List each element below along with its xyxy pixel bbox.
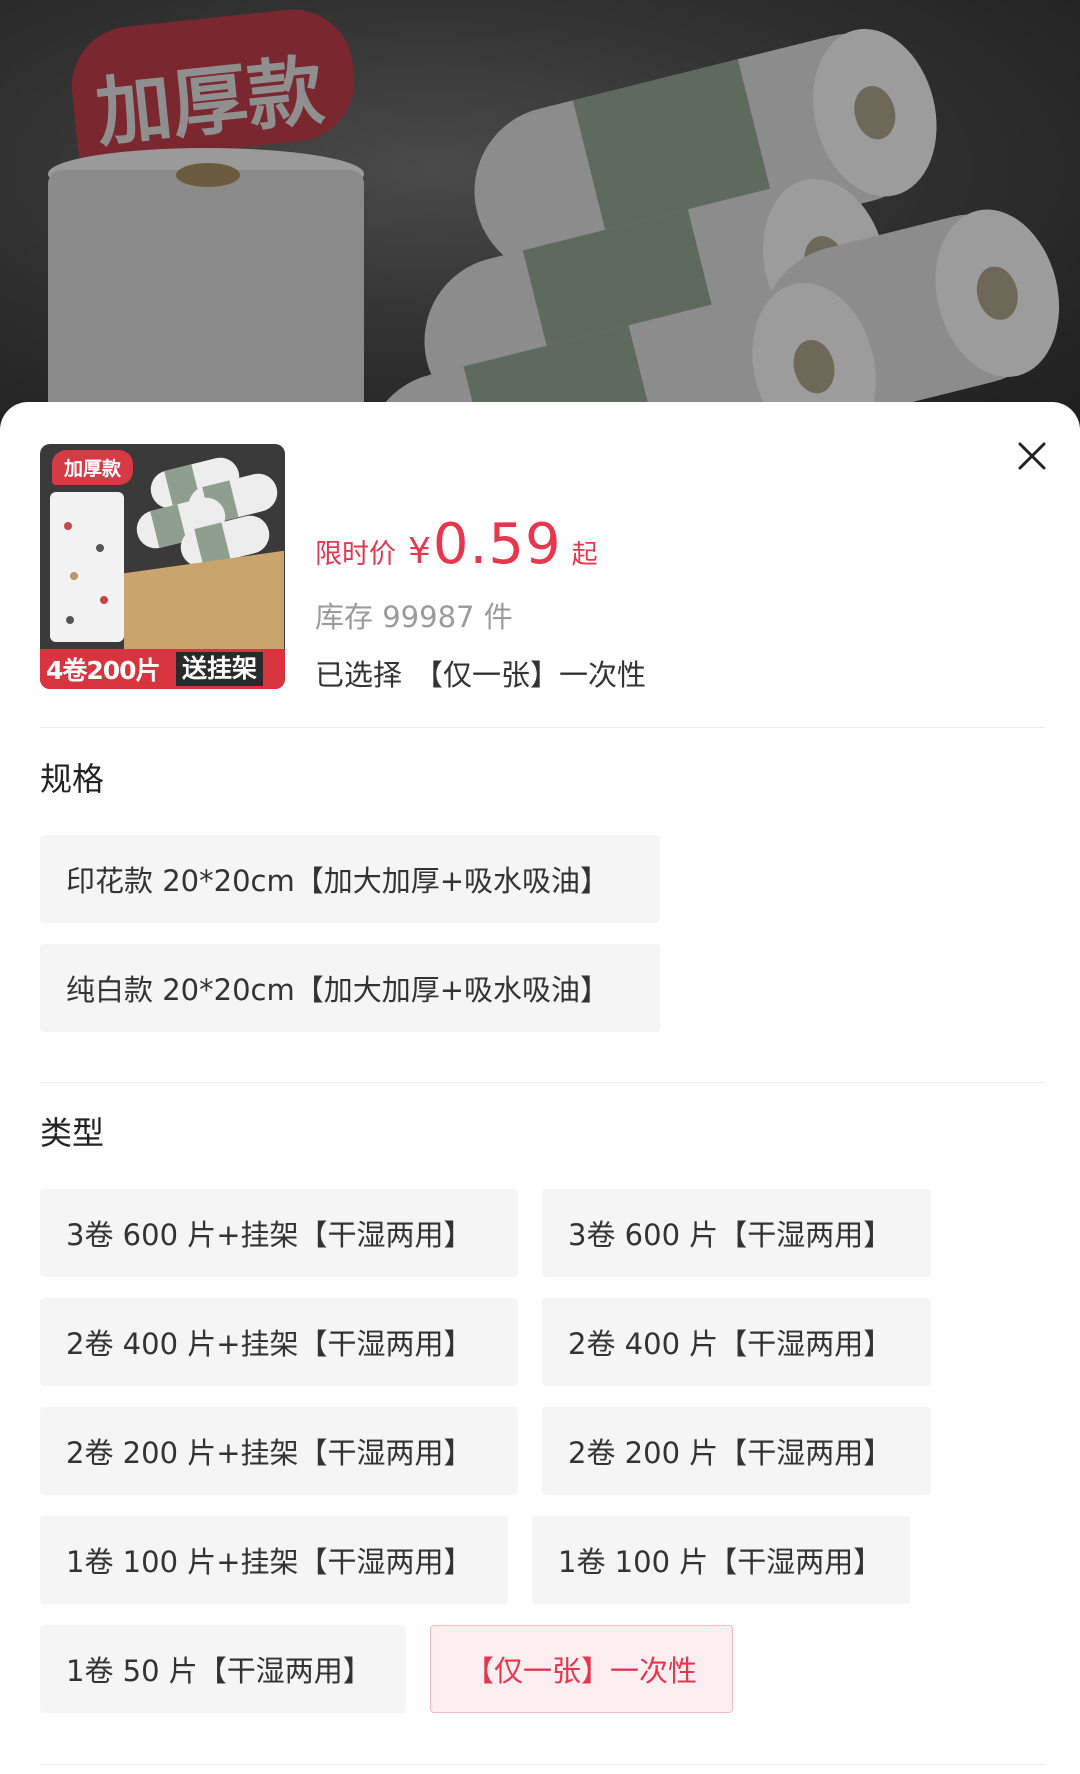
type-option[interactable]: 2卷 200 片+挂架【干湿两用】 — [40, 1407, 518, 1495]
type-option[interactable]: 1卷 50 片【干湿两用】 — [40, 1625, 406, 1713]
sku-selector-sheet: 加厚款 4卷200片 送挂架 限时价 ¥ 0.59 起 库存 99987 件 已… — [0, 402, 1080, 1774]
close-button[interactable] — [1004, 428, 1060, 484]
type-option-selected[interactable]: 【仅一张】一次性 — [430, 1625, 733, 1713]
thumb-tag: 加厚款 — [52, 450, 134, 485]
price-label: 限时价 — [315, 539, 396, 570]
type-section-title: 类型 — [40, 1114, 105, 1152]
thumb-banner: 4卷200片 送挂架 — [40, 649, 285, 689]
product-thumbnail[interactable]: 加厚款 4卷200片 送挂架 — [40, 444, 285, 689]
thumb-banner-left: 4卷200片 — [46, 656, 161, 685]
spec-option[interactable]: 印花款 20*20cm【加大加厚+吸水吸油】 — [40, 835, 660, 923]
type-option[interactable]: 2卷 200 片【干湿两用】 — [542, 1407, 931, 1495]
price-row: 限时价 ¥ 0.59 起 — [315, 512, 598, 577]
divider — [40, 1764, 1045, 1765]
thumb-banner-right: 送挂架 — [176, 652, 264, 686]
price-currency: ¥ — [408, 531, 431, 572]
selected-value: 【仅一张】一次性 — [414, 658, 647, 692]
price-suffix: 起 — [571, 540, 598, 570]
price-amount: 0.59 — [432, 512, 562, 577]
type-option[interactable]: 3卷 600 片【干湿两用】 — [542, 1189, 931, 1277]
close-icon — [1018, 442, 1046, 470]
type-option[interactable]: 3卷 600 片+挂架【干湿两用】 — [40, 1189, 518, 1277]
divider — [40, 727, 1045, 728]
selected-label: 已选择 — [315, 658, 403, 692]
type-option[interactable]: 1卷 100 片+挂架【干湿两用】 — [40, 1516, 508, 1604]
hero-roll-standing — [48, 170, 364, 420]
hero-roll-core — [176, 163, 240, 187]
stock-text: 库存 99987 件 — [315, 600, 513, 634]
type-option[interactable]: 1卷 100 片【干湿两用】 — [532, 1516, 910, 1604]
thumb-standing-roll — [50, 492, 124, 642]
product-hero-image: 加厚款 — [0, 0, 1080, 420]
type-option[interactable]: 2卷 400 片+挂架【干湿两用】 — [40, 1298, 518, 1386]
selected-summary: 已选择 【仅一张】一次性 — [315, 652, 646, 694]
type-option[interactable]: 2卷 400 片【干湿两用】 — [542, 1298, 931, 1386]
spec-option[interactable]: 纯白款 20*20cm【加大加厚+吸水吸油】 — [40, 944, 660, 1032]
spec-section-title: 规格 — [40, 760, 105, 798]
divider — [40, 1082, 1045, 1083]
